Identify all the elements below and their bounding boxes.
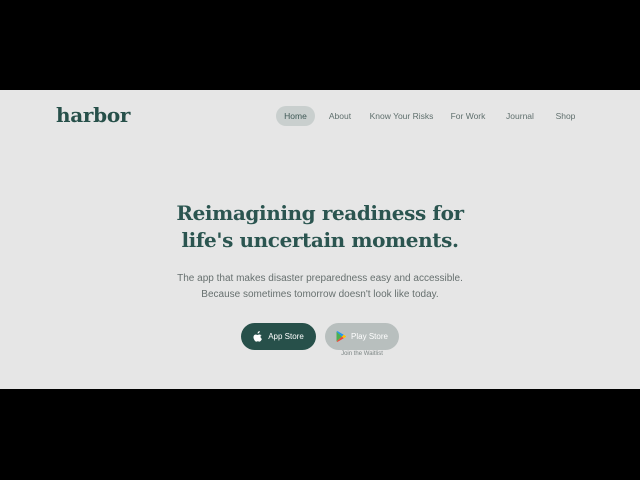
- nav-item-journal[interactable]: Journal: [501, 106, 539, 126]
- letterbox-top: [0, 0, 640, 90]
- hero-headline-line1: Reimagining readiness for: [176, 201, 464, 225]
- hero-headline-line2: life's uncertain moments.: [181, 228, 459, 252]
- apple-icon: [253, 331, 263, 342]
- main-nav: Home About Know Your Risks For Work Jour…: [0, 106, 640, 126]
- play-store-button[interactable]: Play Store: [325, 323, 399, 350]
- hero-subtext-line1: The app that makes disaster preparedness…: [177, 273, 463, 284]
- google-play-icon: [336, 331, 347, 342]
- hero-subtext-line2: Because sometimes tomorrow doesn't look …: [201, 289, 439, 300]
- waitlist-note: Join the Waitlist: [341, 351, 383, 357]
- hero-subtext: The app that makes disaster preparedness…: [0, 271, 640, 303]
- letterbox-bottom: [0, 389, 640, 480]
- nav-item-home[interactable]: Home: [276, 106, 315, 126]
- nav-item-about[interactable]: About: [323, 106, 357, 126]
- app-store-button[interactable]: App Store: [241, 323, 316, 350]
- play-store-label: Play Store: [351, 332, 388, 341]
- landing-page: harbor Home About Know Your Risks For Wo…: [0, 90, 640, 389]
- nav-item-for-work[interactable]: For Work: [447, 106, 489, 126]
- app-store-label: App Store: [268, 332, 304, 341]
- hero-headline: Reimagining readiness for life's uncerta…: [0, 200, 640, 254]
- nav-item-know-your-risks[interactable]: Know Your Risks: [367, 106, 436, 126]
- nav-item-shop[interactable]: Shop: [551, 106, 580, 126]
